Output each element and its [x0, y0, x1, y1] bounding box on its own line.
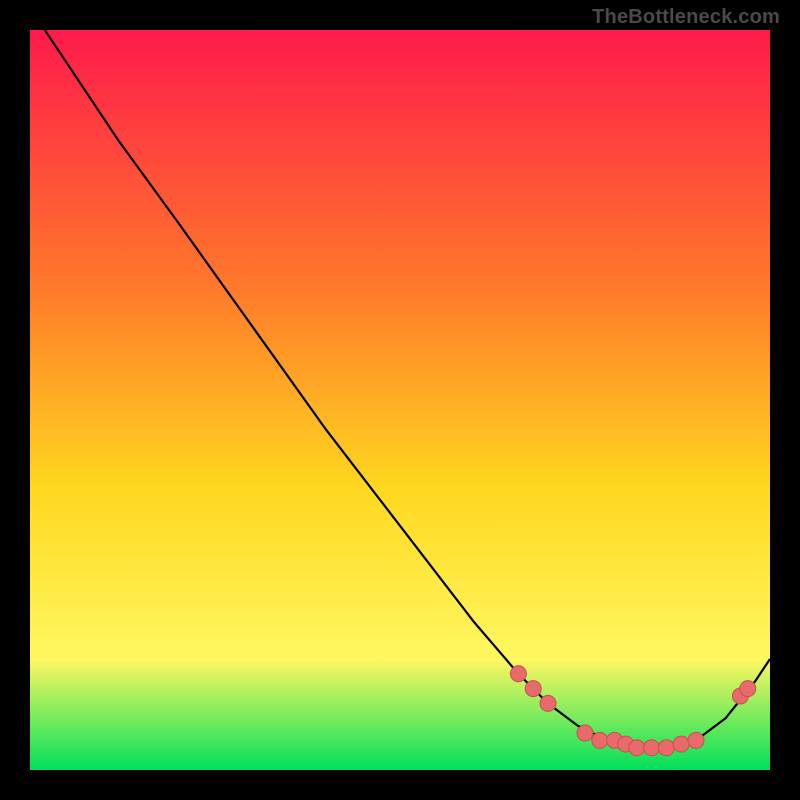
plot-area	[30, 30, 770, 770]
data-point-p12	[688, 732, 704, 748]
data-point-p1	[510, 666, 526, 682]
data-point-p8	[629, 740, 645, 756]
gradient-background	[30, 30, 770, 770]
data-point-p9	[644, 740, 660, 756]
data-point-p3	[540, 695, 556, 711]
data-point-p4	[577, 725, 593, 741]
data-point-p11	[673, 736, 689, 752]
data-point-p14	[740, 681, 756, 697]
chart-frame: TheBottleneck.com	[0, 0, 800, 800]
chart-svg	[30, 30, 770, 770]
watermark-text: TheBottleneck.com	[592, 6, 780, 29]
data-point-p10	[658, 740, 674, 756]
data-point-p5	[592, 732, 608, 748]
data-point-p2	[525, 681, 541, 697]
